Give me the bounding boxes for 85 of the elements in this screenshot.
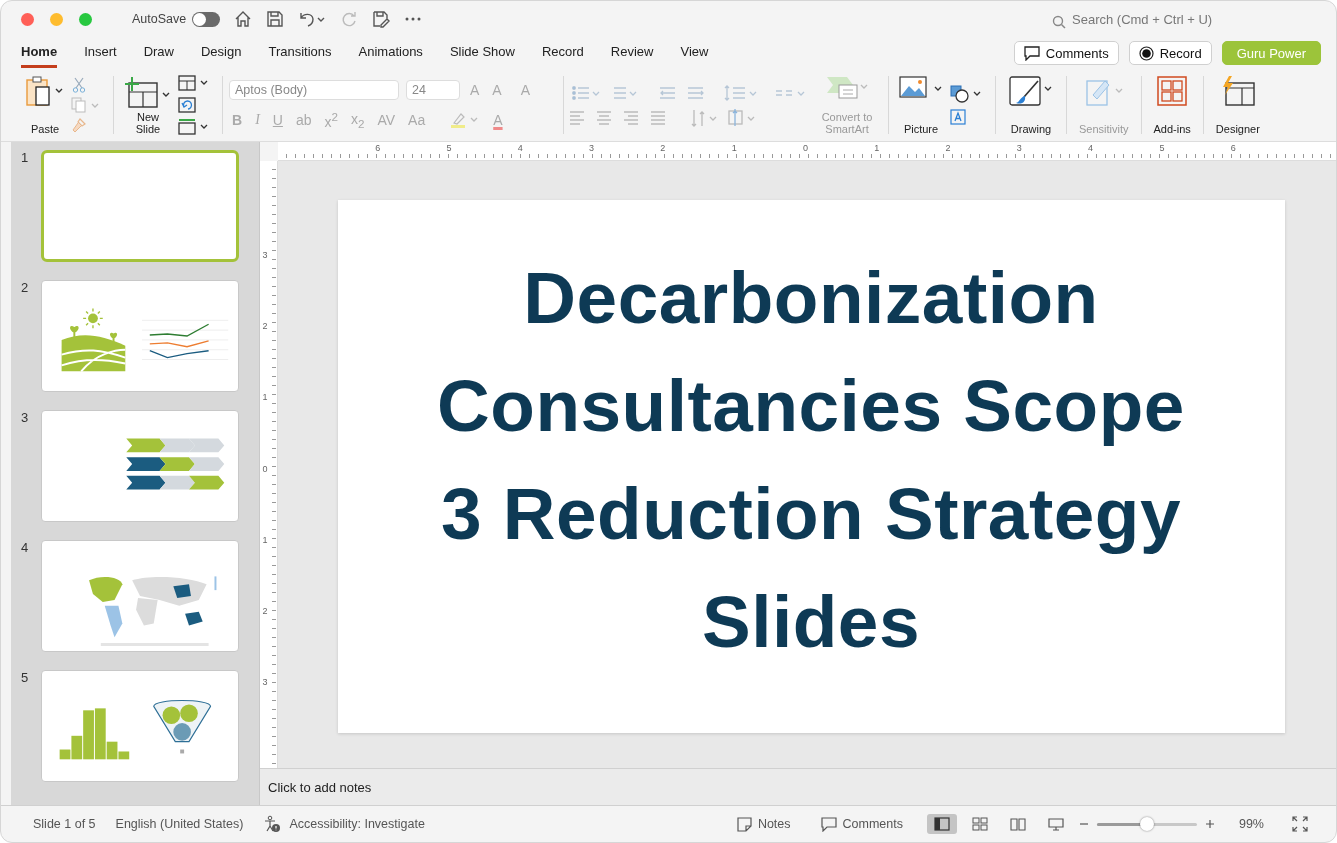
language-label[interactable]: English (United States): [115, 817, 244, 831]
funnel-drawing: [153, 699, 212, 754]
close-button[interactable]: [21, 12, 34, 26]
zoom-in-icon[interactable]: [1204, 819, 1215, 829]
zoom-slider-thumb[interactable]: [1139, 817, 1154, 831]
farmland-drawing: [60, 307, 127, 373]
ribbon-tab[interactable]: Animations: [358, 38, 423, 68]
ribbon-tab[interactable]: Slide Show: [449, 38, 515, 68]
new-slide-button[interactable]: New Slide: [120, 75, 176, 135]
search-icon: [1052, 14, 1066, 29]
picture-button[interactable]: Picture: [895, 75, 947, 135]
comment-icon: [1023, 45, 1040, 61]
ribbon-tab[interactable]: Home: [21, 38, 58, 68]
monitor-icon: [1047, 817, 1064, 831]
book-icon: [1009, 817, 1026, 831]
zoom-button[interactable]: [79, 12, 92, 26]
slide-number: 3: [20, 410, 30, 425]
font-name-dropdown[interactable]: Aptos (Body): [229, 80, 399, 101]
horizontal-ruler: 6 5 4 3 2 1 0 1 2 3 4 5 6: [278, 142, 1336, 161]
save-icon[interactable]: [266, 10, 285, 28]
autosave-label: AutoSave: [132, 12, 187, 26]
chart-line: [149, 350, 210, 359]
accessibility-status[interactable]: Accessibility: Investigate: [289, 817, 425, 831]
layout-icon[interactable]: [178, 74, 210, 92]
slide-thumbnail[interactable]: [41, 410, 239, 522]
ribbon-tab[interactable]: Review: [610, 38, 654, 68]
normal-view-button[interactable]: [926, 814, 957, 834]
slide-number: 1: [20, 150, 30, 165]
text-box-icon[interactable]: [949, 108, 967, 126]
redo-icon[interactable]: [340, 10, 359, 28]
normal-view-icon: [933, 817, 950, 831]
grid-icon: [971, 817, 988, 831]
comments-button[interactable]: Comments: [1013, 41, 1119, 65]
shapes-icon[interactable]: [949, 84, 983, 104]
minimize-button[interactable]: [50, 12, 63, 26]
autosave-toggle[interactable]: [192, 11, 221, 27]
ribbon-tab[interactable]: Transitions: [268, 38, 332, 68]
slide-number: 4: [20, 540, 30, 555]
paste-button[interactable]: Paste: [21, 75, 69, 135]
slide-thumbnail[interactable]: [41, 280, 239, 392]
slide-count: Slide 1 of 5: [33, 817, 96, 831]
add-ins-button[interactable]: Add-ins: [1147, 75, 1197, 135]
slide-title[interactable]: Decarbonization Consultancies Scope 3 Reduction Strategy Slides: [437, 243, 1185, 676]
smartart-icon: [825, 75, 869, 101]
slide-number: 2: [20, 280, 30, 295]
search-field[interactable]: Search (Cmd + Ctrl + U): [1052, 9, 1222, 29]
save-as-icon[interactable]: [372, 10, 391, 28]
fit-to-window-icon[interactable]: [1292, 816, 1308, 832]
note-icon: [736, 816, 752, 832]
zoom-slider[interactable]: [1096, 816, 1197, 832]
vertical-ruler: 3 2 1 0 1 2 3: [260, 161, 278, 768]
home-icon[interactable]: [234, 10, 253, 28]
record-button[interactable]: Record: [1128, 41, 1212, 65]
brush-icon: [1008, 75, 1054, 107]
ribbon-tab[interactable]: Record: [541, 38, 584, 68]
cut-icon[interactable]: [71, 77, 87, 93]
notes-field[interactable]: Click to add notes: [260, 768, 1336, 805]
chart-line: [149, 340, 210, 348]
format-painter-icon[interactable]: [71, 117, 87, 133]
clipboard-icon: [25, 75, 65, 107]
zoom-percentage[interactable]: 99%: [1238, 817, 1264, 831]
ribbon-tab[interactable]: Insert: [84, 38, 117, 68]
slide-thumbnail[interactable]: [41, 150, 239, 262]
section-icon[interactable]: [178, 118, 210, 136]
reset-icon[interactable]: [178, 96, 196, 114]
notes-button[interactable]: Notes: [730, 815, 797, 833]
slide-thumbnail[interactable]: [41, 670, 239, 782]
ribbon-tab[interactable]: Draw: [143, 38, 174, 68]
comments-status-button[interactable]: Comments: [814, 815, 909, 833]
font-size-dropdown[interactable]: 24: [406, 80, 460, 101]
new-slide-icon: [124, 75, 172, 109]
drawing-button[interactable]: Drawing: [1002, 75, 1060, 135]
comment-icon: [820, 816, 837, 832]
record-icon: [1138, 45, 1154, 61]
accessibility-icon[interactable]: [263, 815, 282, 833]
ribbon-tab[interactable]: Design: [201, 38, 242, 68]
legend-bar: [214, 576, 217, 591]
grid-icon: [1156, 75, 1189, 107]
slide-thumbnail[interactable]: [41, 540, 239, 652]
ribbon-tab[interactable]: View: [680, 38, 709, 68]
undo-icon[interactable]: [298, 10, 327, 28]
designer-button[interactable]: Designer: [1209, 75, 1266, 135]
slide-number: 5: [20, 670, 30, 685]
copy-icon[interactable]: [71, 97, 101, 113]
chart-line: [149, 323, 210, 337]
